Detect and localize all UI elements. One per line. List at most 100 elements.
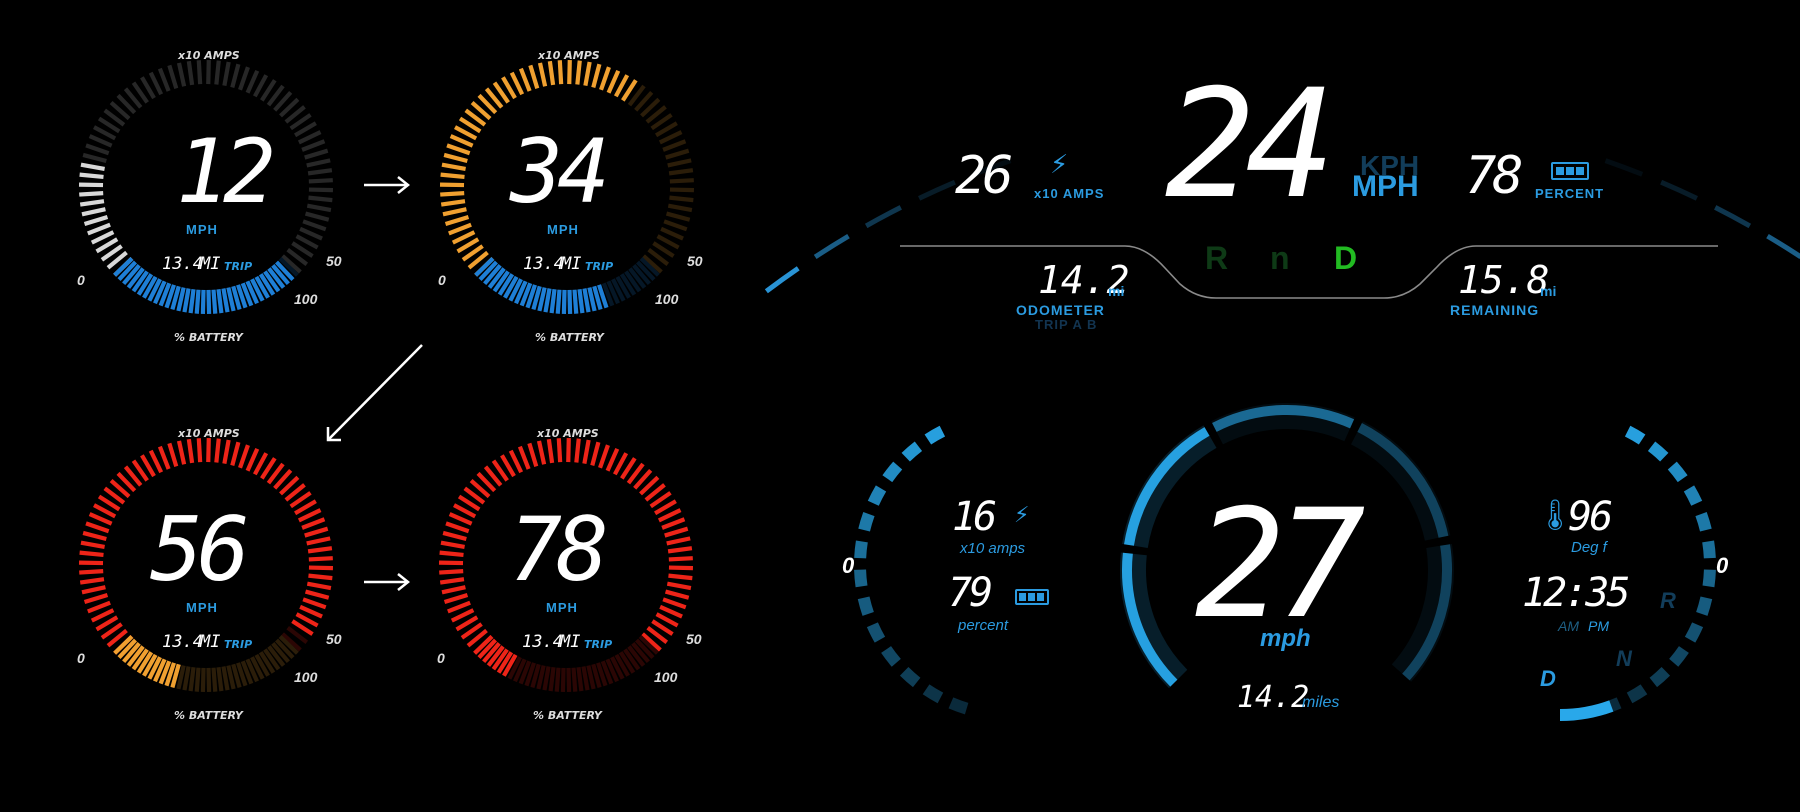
trip-value: 13.4 — [162, 632, 203, 652]
amps-segment — [87, 600, 111, 614]
battery-segment — [577, 288, 585, 314]
amps-segment — [299, 604, 323, 619]
amps-segment — [238, 66, 250, 91]
scale-50: 50 — [687, 253, 703, 269]
amps-segment — [186, 438, 195, 464]
amps-scale-label: x10 AMPS — [178, 427, 240, 440]
right-dial-tick — [1647, 441, 1669, 462]
trip-label: TRIP — [224, 260, 253, 273]
unit-mph: MPH — [1352, 170, 1419, 203]
amps-segment — [308, 573, 333, 581]
amps-segment — [662, 597, 687, 610]
battery-scale-label: % BATTERY — [533, 709, 602, 722]
amps-segment — [306, 581, 332, 591]
amps-segment — [79, 199, 105, 207]
gear-r: R — [1205, 240, 1229, 276]
left-dial-tick — [899, 667, 921, 688]
amps-segment — [582, 439, 591, 465]
amps-readout: 26 — [955, 146, 1014, 206]
amps-segment — [222, 61, 231, 87]
amps-segment — [307, 168, 333, 176]
amps-segment — [444, 215, 470, 227]
amps-segment — [546, 438, 555, 464]
right-dial-tick — [1626, 684, 1648, 704]
amps-segment — [664, 589, 690, 600]
amps-segment — [667, 546, 693, 554]
battery-scale-label: % BATTERY — [174, 709, 243, 722]
amps-segment — [79, 172, 104, 180]
amps-segment — [167, 442, 179, 467]
amps-segment — [88, 134, 113, 148]
amps-segment — [157, 445, 171, 470]
left-zero-label: 0 — [842, 553, 855, 578]
battery-segment — [216, 288, 224, 314]
gear-d-arc — [1559, 700, 1614, 721]
speed-unit: MPH — [186, 600, 218, 615]
left-dial-tick — [858, 511, 875, 532]
amps-segment — [439, 569, 464, 575]
amps-segment — [80, 162, 105, 172]
arc-dash — [764, 266, 800, 294]
amps-segment — [659, 604, 683, 619]
amps-segment — [528, 64, 540, 89]
amps-segment — [157, 67, 171, 92]
arc-dash — [864, 205, 902, 229]
battery-label: PERCENT — [1535, 186, 1605, 201]
battery-segment — [200, 667, 206, 693]
amps-segment — [445, 521, 470, 534]
clock-am: AM — [1558, 618, 1579, 634]
remaining-value: 15.8 — [1458, 258, 1550, 302]
arc-dash — [813, 233, 850, 260]
trip-label: TRIP — [224, 638, 253, 651]
right-zero-label: 0 — [1716, 553, 1729, 578]
amps-segment — [665, 148, 690, 160]
battery-readout: 78 — [1465, 146, 1524, 206]
amps-segment — [82, 530, 107, 542]
amps-segment — [206, 59, 211, 85]
amps-segment — [605, 447, 620, 472]
battery-icon — [1551, 162, 1589, 180]
amps-label: x10 amps — [960, 540, 1026, 557]
right-dial-tick — [1624, 425, 1646, 445]
amps-segment — [574, 438, 581, 463]
battery-segment — [581, 666, 590, 691]
trip-value: 13.4 — [523, 254, 564, 274]
clock-pm: PM — [1588, 618, 1609, 634]
scale-100: 100 — [654, 669, 678, 685]
arc-dash — [1714, 205, 1752, 229]
amps-segment — [556, 438, 563, 463]
battery-segment — [188, 666, 196, 692]
scale-0: 0 — [77, 272, 85, 288]
amps-segment — [196, 438, 203, 463]
amps-segment — [449, 134, 474, 148]
amps-segment — [662, 139, 687, 152]
amps-segment — [176, 440, 187, 465]
amps-segment — [566, 437, 571, 463]
amps-segment — [79, 577, 105, 585]
scale-100: 100 — [655, 291, 679, 307]
speed-readout: 78 — [509, 498, 609, 601]
scale-0: 0 — [437, 650, 445, 666]
arc-dash — [1604, 158, 1644, 177]
trip-unit: MI — [200, 632, 221, 652]
arrow-down-left-icon — [326, 344, 423, 442]
amps-segment — [665, 211, 691, 222]
lightning-icon: ⚡ — [1014, 503, 1030, 528]
gear-n: N — [1616, 646, 1632, 671]
speed-dial-glow — [1211, 403, 1355, 445]
left-dial-tick — [924, 425, 946, 445]
speed-dial-glow — [1391, 543, 1454, 682]
gear-r: R — [1660, 588, 1676, 613]
speed-unit: MPH — [186, 222, 218, 237]
amps-segment — [308, 187, 334, 193]
battery-segment — [221, 666, 230, 691]
amps-segment — [590, 441, 601, 466]
scale-50: 50 — [326, 253, 342, 269]
battery-segment — [542, 666, 551, 691]
amps-segment — [669, 195, 694, 203]
battery-segment — [200, 289, 206, 315]
speed-unit: MPH — [547, 222, 579, 237]
amps-segment — [222, 439, 231, 465]
left-dial-tick — [901, 441, 923, 462]
amps-segment — [306, 536, 331, 546]
